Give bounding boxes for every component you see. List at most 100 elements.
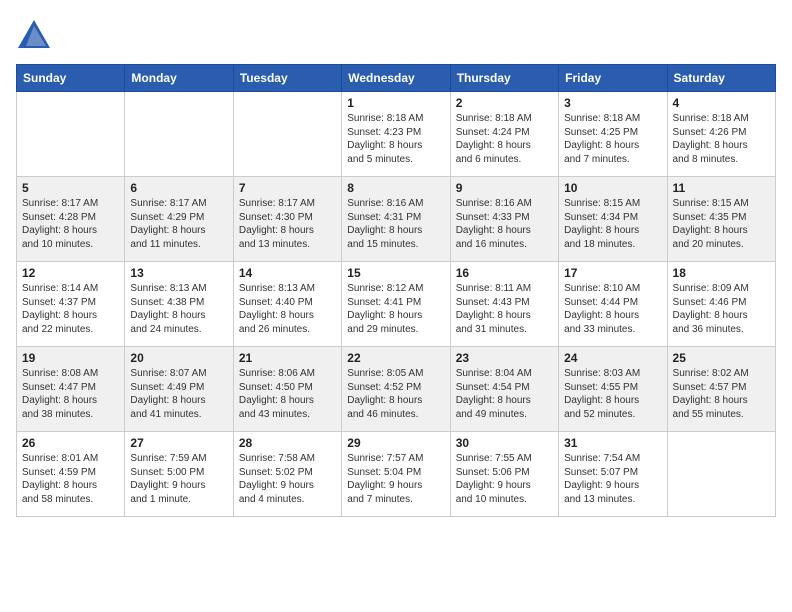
day-info: Sunrise: 8:17 AM Sunset: 4:29 PM Dayligh…	[130, 197, 227, 251]
day-number: 8	[347, 181, 444, 195]
calendar-cell: 12 Sunrise: 8:14 AM Sunset: 4:37 PM Dayli…	[17, 262, 125, 347]
day-info: Sunrise: 8:04 AM Sunset: 4:54 PM Dayligh…	[456, 367, 553, 421]
calendar-cell: 30 Sunrise: 7:55 AM Sunset: 5:06 PM Dayli…	[450, 432, 558, 517]
calendar-week-row: 5 Sunrise: 8:17 AM Sunset: 4:28 PM Daylig…	[17, 177, 776, 262]
day-info: Sunrise: 8:18 AM Sunset: 4:24 PM Dayligh…	[456, 112, 553, 166]
day-number: 1	[347, 96, 444, 110]
calendar-cell: 14 Sunrise: 8:13 AM Sunset: 4:40 PM Dayli…	[233, 262, 341, 347]
day-number: 5	[22, 181, 119, 195]
day-info: Sunrise: 8:18 AM Sunset: 4:25 PM Dayligh…	[564, 112, 661, 166]
day-info: Sunrise: 8:03 AM Sunset: 4:55 PM Dayligh…	[564, 367, 661, 421]
calendar-cell: 9Sunrise: 8:16 AM Sunset: 4:33 PM Daylig…	[450, 177, 558, 262]
calendar-cell	[17, 92, 125, 177]
calendar-cell: 7 Sunrise: 8:17 AM Sunset: 4:30 PM Daylig…	[233, 177, 341, 262]
calendar-cell: 15 Sunrise: 8:12 AM Sunset: 4:41 PM Dayli…	[342, 262, 450, 347]
calendar-cell: 18 Sunrise: 8:09 AM Sunset: 4:46 PM Dayli…	[667, 262, 775, 347]
calendar-cell: 10 Sunrise: 8:15 AM Sunset: 4:34 PM Dayli…	[559, 177, 667, 262]
day-number: 12	[22, 266, 119, 280]
weekday-header: Friday	[559, 65, 667, 92]
day-number: 17	[564, 266, 661, 280]
day-info: Sunrise: 8:18 AM Sunset: 4:26 PM Dayligh…	[673, 112, 770, 166]
calendar-cell: 29 Sunrise: 7:57 AM Sunset: 5:04 PM Dayli…	[342, 432, 450, 517]
day-number: 15	[347, 266, 444, 280]
day-info: Sunrise: 8:15 AM Sunset: 4:35 PM Dayligh…	[673, 197, 770, 251]
day-number: 13	[130, 266, 227, 280]
day-info: Sunrise: 8:18 AM Sunset: 4:23 PM Dayligh…	[347, 112, 444, 166]
calendar-cell: 22 Sunrise: 8:05 AM Sunset: 4:52 PM Dayli…	[342, 347, 450, 432]
day-number: 6	[130, 181, 227, 195]
calendar-cell: 31 Sunrise: 7:54 AM Sunset: 5:07 PM Dayli…	[559, 432, 667, 517]
calendar-cell: 6 Sunrise: 8:17 AM Sunset: 4:29 PM Daylig…	[125, 177, 233, 262]
day-info: Sunrise: 7:57 AM Sunset: 5:04 PM Dayligh…	[347, 452, 444, 506]
day-number: 23	[456, 351, 553, 365]
weekday-header: Saturday	[667, 65, 775, 92]
calendar-cell: 16 Sunrise: 8:11 AM Sunset: 4:43 PM Dayli…	[450, 262, 558, 347]
weekday-header: Monday	[125, 65, 233, 92]
day-number: 24	[564, 351, 661, 365]
day-info: Sunrise: 8:10 AM Sunset: 4:44 PM Dayligh…	[564, 282, 661, 336]
day-info: Sunrise: 8:06 AM Sunset: 4:50 PM Dayligh…	[239, 367, 336, 421]
day-info: Sunrise: 8:17 AM Sunset: 4:28 PM Dayligh…	[22, 197, 119, 251]
calendar-cell: 2 Sunrise: 8:18 AM Sunset: 4:24 PM Daylig…	[450, 92, 558, 177]
calendar-cell: 25 Sunrise: 8:02 AM Sunset: 4:57 PM Dayli…	[667, 347, 775, 432]
day-number: 27	[130, 436, 227, 450]
calendar-week-row: 26Sunrise: 8:01 AM Sunset: 4:59 PM Dayli…	[17, 432, 776, 517]
weekday-header: Tuesday	[233, 65, 341, 92]
day-number: 19	[22, 351, 119, 365]
calendar-cell: 20Sunrise: 8:07 AM Sunset: 4:49 PM Dayli…	[125, 347, 233, 432]
calendar-cell	[125, 92, 233, 177]
day-info: Sunrise: 8:16 AM Sunset: 4:31 PM Dayligh…	[347, 197, 444, 251]
day-number: 18	[673, 266, 770, 280]
day-number: 2	[456, 96, 553, 110]
weekday-header: Wednesday	[342, 65, 450, 92]
day-info: Sunrise: 8:01 AM Sunset: 4:59 PM Dayligh…	[22, 452, 119, 506]
day-number: 22	[347, 351, 444, 365]
day-number: 3	[564, 96, 661, 110]
day-number: 29	[347, 436, 444, 450]
day-info: Sunrise: 8:13 AM Sunset: 4:38 PM Dayligh…	[130, 282, 227, 336]
calendar-cell: 8 Sunrise: 8:16 AM Sunset: 4:31 PM Daylig…	[342, 177, 450, 262]
day-number: 21	[239, 351, 336, 365]
weekday-header: Sunday	[17, 65, 125, 92]
logo-icon	[16, 16, 52, 52]
calendar-cell	[667, 432, 775, 517]
calendar-cell: 13 Sunrise: 8:13 AM Sunset: 4:38 PM Dayli…	[125, 262, 233, 347]
calendar-cell: 21 Sunrise: 8:06 AM Sunset: 4:50 PM Dayli…	[233, 347, 341, 432]
day-info: Sunrise: 8:12 AM Sunset: 4:41 PM Dayligh…	[347, 282, 444, 336]
calendar-cell: 23 Sunrise: 8:04 AM Sunset: 4:54 PM Dayli…	[450, 347, 558, 432]
day-number: 10	[564, 181, 661, 195]
calendar-header-row: SundayMondayTuesdayWednesdayThursdayFrid…	[17, 65, 776, 92]
calendar-table: SundayMondayTuesdayWednesdayThursdayFrid…	[16, 64, 776, 517]
day-number: 25	[673, 351, 770, 365]
calendar-cell: 27 Sunrise: 7:59 AM Sunset: 5:00 PM Dayli…	[125, 432, 233, 517]
calendar-week-row: 12 Sunrise: 8:14 AM Sunset: 4:37 PM Dayli…	[17, 262, 776, 347]
day-info: Sunrise: 8:13 AM Sunset: 4:40 PM Dayligh…	[239, 282, 336, 336]
day-number: 31	[564, 436, 661, 450]
day-info: Sunrise: 7:59 AM Sunset: 5:00 PM Dayligh…	[130, 452, 227, 506]
day-info: Sunrise: 8:17 AM Sunset: 4:30 PM Dayligh…	[239, 197, 336, 251]
day-info: Sunrise: 8:15 AM Sunset: 4:34 PM Dayligh…	[564, 197, 661, 251]
day-number: 11	[673, 181, 770, 195]
calendar-cell: 3 Sunrise: 8:18 AM Sunset: 4:25 PM Daylig…	[559, 92, 667, 177]
day-info: Sunrise: 8:14 AM Sunset: 4:37 PM Dayligh…	[22, 282, 119, 336]
day-number: 9	[456, 181, 553, 195]
day-number: 7	[239, 181, 336, 195]
calendar-cell: 5 Sunrise: 8:17 AM Sunset: 4:28 PM Daylig…	[17, 177, 125, 262]
day-number: 16	[456, 266, 553, 280]
day-info: Sunrise: 8:11 AM Sunset: 4:43 PM Dayligh…	[456, 282, 553, 336]
page-header	[16, 16, 776, 52]
day-number: 14	[239, 266, 336, 280]
calendar-cell: 4Sunrise: 8:18 AM Sunset: 4:26 PM Daylig…	[667, 92, 775, 177]
calendar-week-row: 19 Sunrise: 8:08 AM Sunset: 4:47 PM Dayli…	[17, 347, 776, 432]
logo	[16, 16, 56, 52]
day-number: 30	[456, 436, 553, 450]
day-info: Sunrise: 8:08 AM Sunset: 4:47 PM Dayligh…	[22, 367, 119, 421]
day-info: Sunrise: 8:05 AM Sunset: 4:52 PM Dayligh…	[347, 367, 444, 421]
day-info: Sunrise: 7:54 AM Sunset: 5:07 PM Dayligh…	[564, 452, 661, 506]
calendar-cell: 1 Sunrise: 8:18 AM Sunset: 4:23 PM Daylig…	[342, 92, 450, 177]
calendar-cell	[233, 92, 341, 177]
day-info: Sunrise: 8:09 AM Sunset: 4:46 PM Dayligh…	[673, 282, 770, 336]
day-info: Sunrise: 8:02 AM Sunset: 4:57 PM Dayligh…	[673, 367, 770, 421]
day-number: 28	[239, 436, 336, 450]
day-info: Sunrise: 7:55 AM Sunset: 5:06 PM Dayligh…	[456, 452, 553, 506]
